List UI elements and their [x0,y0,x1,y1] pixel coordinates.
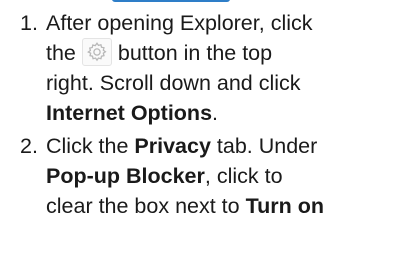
step-text-line: Click the Privacy tab. Under [46,131,410,161]
step-text: , click to [204,164,283,188]
instruction-list: 1. After opening Explorer, click the butt… [20,8,410,224]
step-2: 2. Click the Privacy tab. Under Pop-up B… [20,131,410,221]
ui-term-internet-options: Internet Options [46,101,213,125]
step-text: button in the top [117,41,273,65]
top-accent-line [112,0,230,2]
ui-term-privacy: Privacy [134,134,211,158]
ui-term-popup-blocker: Pop-up Blocker [46,164,205,188]
step-text: clear the box next to [46,194,246,218]
gear-icon [86,42,107,62]
ui-term-turn-on: Turn on [245,194,325,218]
step-text-line: right. Scroll down and click [46,71,301,95]
step-number: 2. [20,134,38,158]
settings-button-image [81,38,112,66]
step-text-line: clear the box next to Turn on [46,191,410,221]
step-text-line: After opening Explorer, click [46,11,313,35]
step-1: 1. After opening Explorer, click the butt… [20,8,410,128]
step-text: . [212,101,219,125]
step-text: the [46,41,76,65]
step-number: 1. [20,11,38,35]
step-text-line: the button in the top [46,38,410,68]
step-text-line: Internet Options. [46,98,410,128]
step-text-line: Pop-up Blocker, click to [46,161,410,191]
step-text: Click the [46,134,135,158]
step-text: tab. Under [210,134,318,158]
